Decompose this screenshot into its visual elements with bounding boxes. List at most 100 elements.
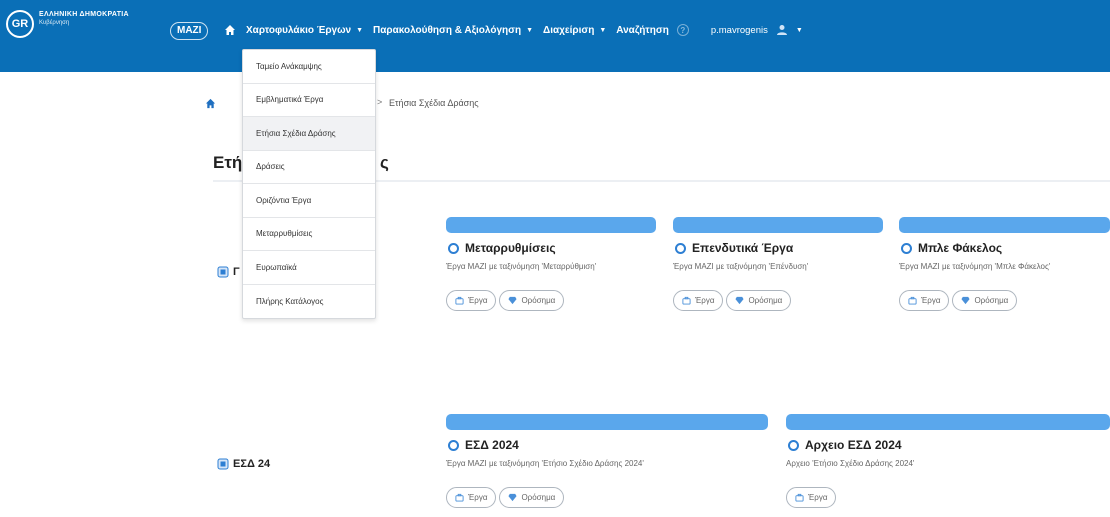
- chip-label: Ορόσημα: [521, 493, 556, 502]
- card-description: Έργα MAZI με ταξινόμηση 'Ετήσιο Σχέδιο Δ…: [446, 459, 644, 468]
- card-color-bar: [446, 414, 768, 430]
- works-chip[interactable]: Έργα: [673, 290, 724, 311]
- chip-label: Ορόσημα: [521, 296, 556, 305]
- briefcase-icon: [682, 296, 691, 305]
- menu-item-flagship-projects[interactable]: Εμβληματικά Έργα: [243, 84, 375, 117]
- briefcase-icon: [795, 493, 804, 502]
- card-title[interactable]: Επενδυτικά Έργα: [673, 241, 883, 255]
- nav-portfolio[interactable]: Χαρτοφυλάκιο Έργων ▼: [246, 25, 363, 36]
- nav-search[interactable]: Αναζήτηση: [616, 25, 669, 36]
- card-archive-esd-2024[interactable]: Αρχειο ΕΣΔ 2024 Αρχειο 'Ετήσιο Σχέδιο Δρ…: [786, 414, 1110, 508]
- card-color-bar: [673, 217, 883, 233]
- menu-item-annual-action-plans[interactable]: Ετήσια Σχέδια Δράσης: [243, 117, 375, 151]
- folder-icon: [217, 266, 229, 278]
- card-blue-folder[interactable]: Μπλε Φάκελος Έργα MAZI με ταξινόμηση 'Μπ…: [899, 217, 1110, 311]
- section-label[interactable]: Γ: [217, 266, 240, 278]
- breadcrumb-current: Ετήσια Σχέδια Δράσης: [389, 98, 479, 108]
- chevron-down-icon: ▼: [599, 26, 607, 34]
- card-title[interactable]: Αρχειο ΕΣΔ 2024: [786, 438, 1110, 452]
- chip-label: Έργα: [921, 296, 941, 305]
- works-chip[interactable]: Έργα: [899, 290, 950, 311]
- circle-icon: [675, 242, 686, 254]
- nav-portfolio-label: Χαρτοφυλάκιο Έργων: [246, 24, 352, 36]
- card-title-text: Επενδυτικά Έργα: [692, 241, 794, 255]
- top-navbar: GR ΕΛΛΗΝΙΚΗ ΔΗΜΟΚΡΑΤΙΑ Κυβέρνηση MAZI Χα…: [0, 0, 1110, 72]
- nav-monitoring-label: Παρακολούθηση & Αξιολόγηση: [373, 24, 522, 36]
- diamond-icon: [961, 296, 971, 305]
- card-description: Αρχειο 'Ετήσιο Σχέδιο Δράσης 2024': [786, 459, 915, 468]
- nav-monitoring[interactable]: Παρακολούθηση & Αξιολόγηση ▼: [373, 25, 533, 36]
- menu-item-recovery-fund[interactable]: Ταμείο Ανάκαμψης: [243, 50, 375, 84]
- home-icon[interactable]: [224, 24, 236, 36]
- briefcase-icon: [908, 296, 917, 305]
- home-icon[interactable]: [205, 98, 216, 109]
- folder-icon: [217, 458, 229, 470]
- menu-item-actions[interactable]: Δράσεις: [243, 151, 375, 184]
- government-brand[interactable]: GR ΕΛΛΗΝΙΚΗ ΔΗΜΟΚΡΑΤΙΑ Κυβέρνηση: [6, 10, 129, 38]
- card-description: Έργα MAZI με ταξινόμηση 'Μεταρρύθμιση': [446, 262, 597, 271]
- section-label[interactable]: ΕΣΔ 24: [217, 458, 270, 470]
- gov-subtitle: Κυβέρνηση: [39, 20, 70, 26]
- briefcase-icon: [455, 296, 464, 305]
- card-esd-2024[interactable]: ΕΣΔ 2024 Έργα MAZI με ταξινόμηση 'Ετήσιο…: [446, 414, 768, 508]
- diamond-icon: [735, 296, 745, 305]
- chip-label: Έργα: [808, 493, 828, 502]
- chip-label: Ορόσημα: [748, 296, 783, 305]
- chip-label: Ορόσημα: [974, 296, 1009, 305]
- section-label-text: Γ: [233, 266, 240, 278]
- menu-item-full-catalog[interactable]: Πλήρης Κατάλογος: [243, 285, 375, 319]
- circle-icon: [448, 242, 459, 254]
- nav-management[interactable]: Διαχείριση ▼: [543, 25, 606, 36]
- card-title-text: Μπλε Φάκελος: [918, 241, 1003, 255]
- menu-item-european[interactable]: Ευρωπαϊκά: [243, 251, 375, 285]
- diamond-icon: [508, 493, 518, 502]
- greek-emblem-icon: GR: [6, 10, 34, 38]
- card-title-text: ΕΣΔ 2024: [465, 438, 519, 452]
- page-title: Ετή: [213, 153, 243, 172]
- card-title[interactable]: ΕΣΔ 2024: [446, 438, 768, 452]
- card-investments[interactable]: Επενδυτικά Έργα Έργα MAZI με ταξινόμηση …: [673, 217, 883, 311]
- chevron-down-icon: ▼: [356, 26, 364, 34]
- card-title-text: Μεταρρυθμίσεις: [465, 241, 556, 255]
- gov-title: ΕΛΛΗΝΙΚΗ ΔΗΜΟΚΡΑΤΙΑ: [39, 11, 129, 18]
- diamond-icon: [508, 296, 518, 305]
- works-chip[interactable]: Έργα: [446, 487, 497, 508]
- card-title-text: Αρχειο ΕΣΔ 2024: [805, 438, 902, 452]
- circle-icon: [788, 439, 799, 451]
- card-description: Έργα MAZI με ταξινόμηση 'Μπλε Φάκελος': [899, 262, 1051, 271]
- portfolio-dropdown-menu: Ταμείο Ανάκαμψης Εμβληματικά Έργα Ετήσια…: [242, 49, 376, 319]
- card-color-bar: [786, 414, 1110, 430]
- chip-label: Έργα: [468, 296, 488, 305]
- circle-icon: [448, 439, 459, 451]
- nav-management-label: Διαχείριση: [543, 24, 595, 36]
- section-label-text: ΕΣΔ 24: [233, 458, 271, 470]
- user-icon[interactable]: [776, 24, 788, 36]
- milestones-chip[interactable]: Ορόσημα: [499, 290, 565, 311]
- page-title-tail: ς: [380, 153, 389, 172]
- breadcrumb-separator: >: [377, 97, 383, 107]
- card-title[interactable]: Μεταρρυθμίσεις: [446, 241, 656, 255]
- mazi-logo[interactable]: MAZI: [170, 22, 209, 40]
- username[interactable]: p.mavrogenis: [711, 25, 768, 36]
- card-color-bar: [899, 217, 1110, 233]
- briefcase-icon: [455, 493, 464, 502]
- menu-item-reforms[interactable]: Μεταρρυθμίσεις: [243, 218, 375, 251]
- main-nav: Χαρτοφυλάκιο Έργων ▼ Παρακολούθηση & Αξι…: [224, 22, 803, 38]
- milestones-chip[interactable]: Ορόσημα: [726, 290, 792, 311]
- card-description: Έργα MAZI με ταξινόμηση 'Επένδυση': [673, 262, 809, 271]
- help-icon[interactable]: ?: [676, 24, 689, 36]
- menu-item-horizontal-projects[interactable]: Οριζόντια Έργα: [243, 184, 375, 218]
- breadcrumb: > Ετήσια Σχέδια Δράσης: [205, 97, 479, 109]
- chevron-down-icon: ▼: [526, 26, 534, 34]
- milestones-chip[interactable]: Ορόσημα: [952, 290, 1018, 311]
- milestones-chip[interactable]: Ορόσημα: [499, 487, 565, 508]
- nav-search-label: Αναζήτηση: [616, 24, 669, 36]
- card-reforms[interactable]: Μεταρρυθμίσεις Έργα MAZI με ταξινόμηση '…: [446, 217, 656, 311]
- circle-icon: [901, 242, 912, 254]
- card-color-bar: [446, 217, 656, 233]
- works-chip[interactable]: Έργα: [786, 487, 837, 508]
- chip-label: Έργα: [695, 296, 715, 305]
- card-title[interactable]: Μπλε Φάκελος: [899, 241, 1110, 255]
- chevron-down-icon[interactable]: ▼: [796, 27, 803, 34]
- works-chip[interactable]: Έργα: [446, 290, 497, 311]
